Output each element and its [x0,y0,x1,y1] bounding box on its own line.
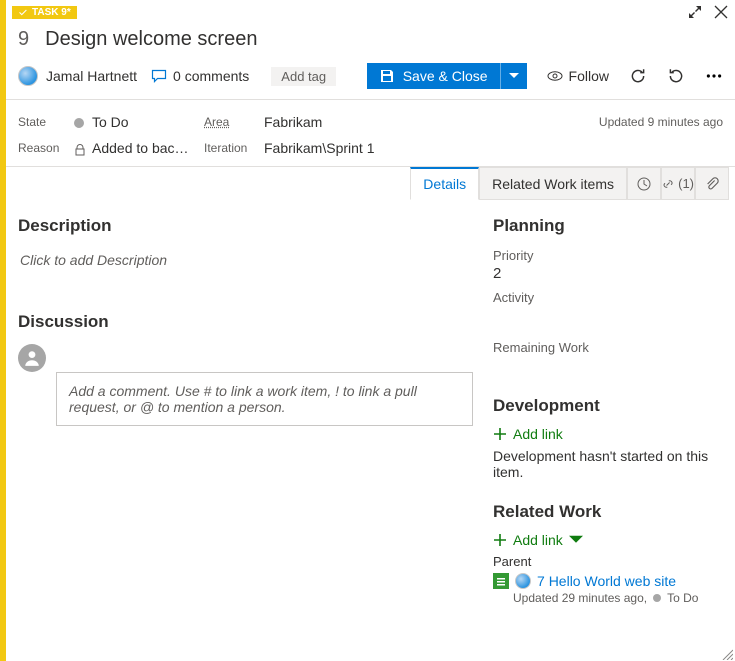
avatar-icon [515,573,531,589]
tab-details[interactable]: Details [410,167,479,200]
description-input[interactable]: Click to add Description [18,248,473,272]
area-value[interactable]: Fabrikam [264,114,444,130]
comments-count: 0 comments [173,68,249,84]
priority-label: Priority [493,248,723,263]
avatar-icon [18,66,38,86]
check-icon [18,7,28,17]
link-icon [662,177,674,191]
links-count: (1) [678,176,694,191]
save-label: Save & Close [403,68,488,84]
reason-label: Reason [18,141,74,155]
attachment-icon [705,177,719,191]
area-label: Area [204,115,264,129]
close-icon[interactable] [713,4,729,20]
state-label: State [18,115,74,129]
resize-handle-icon[interactable] [721,647,733,659]
related-work-heading: Related Work [493,502,723,522]
development-heading: Development [493,396,723,416]
iteration-label: Iteration [204,141,264,155]
related-add-link-button[interactable]: Add link [493,532,723,548]
comments-button[interactable]: 0 comments [151,68,249,84]
work-item-type-chip: TASK 9* [12,6,77,19]
follow-label: Follow [569,68,609,84]
development-message: Development hasn't started on this item. [493,448,723,480]
add-tag-button[interactable]: Add tag [271,67,336,86]
related-work-item[interactable]: 7 Hello World web site [493,573,723,589]
plus-icon [493,427,507,441]
remaining-work-label: Remaining Work [493,340,723,355]
remaining-work-value[interactable] [493,357,723,374]
chevron-down-icon [509,73,519,79]
follow-button[interactable]: Follow [547,68,609,84]
tab-history[interactable] [627,167,661,200]
iteration-value[interactable]: Fabrikam\Sprint 1 [264,140,444,156]
work-item-title[interactable]: Design welcome screen [45,28,257,51]
reason-value[interactable]: Added to bac… [74,140,204,156]
add-link-label: Add link [513,426,563,442]
refresh-icon[interactable] [629,67,647,85]
status-dot-icon [653,594,661,602]
planning-heading: Planning [493,216,723,236]
activity-label: Activity [493,290,723,305]
related-item-id: 7 [537,573,545,589]
history-icon [636,176,652,192]
related-parent-label: Parent [493,554,723,569]
type-label: TASK 9* [32,7,71,18]
activity-value[interactable] [493,307,723,324]
assignee-name: Jamal Hartnett [46,68,137,84]
tab-related-work-items[interactable]: Related Work items [479,167,627,200]
state-value[interactable]: To Do [74,114,204,130]
work-item-id: 9 [18,28,29,51]
add-link-label: Add link [513,532,563,548]
status-dot-icon [74,118,84,128]
plus-icon [493,533,507,547]
assignee-picker[interactable]: Jamal Hartnett [18,66,137,86]
lock-icon [74,143,86,155]
expand-icon[interactable] [687,4,703,20]
eye-icon [547,68,563,84]
discussion-input[interactable]: Add a comment. Use # to link a work item… [56,372,473,426]
updated-text: Updated 9 minutes ago [444,115,723,129]
save-dropdown-button[interactable] [500,63,527,89]
priority-value[interactable]: 2 [493,265,723,282]
undo-icon[interactable] [667,67,685,85]
user-avatar-icon [18,344,46,372]
more-icon[interactable] [705,67,723,85]
tab-links[interactable]: (1) [661,167,695,200]
save-icon [379,68,395,84]
description-heading: Description [18,216,473,236]
comment-icon [151,68,167,84]
development-add-link-button[interactable]: Add link [493,426,723,442]
chevron-down-icon [569,533,583,547]
discussion-heading: Discussion [18,312,473,332]
backlog-item-icon [493,573,509,589]
related-item-meta: Updated 29 minutes ago, To Do [513,591,723,605]
tab-attachments[interactable] [695,167,729,200]
save-and-close-button[interactable]: Save & Close [367,63,500,89]
related-item-title: Hello World web site [549,573,676,589]
